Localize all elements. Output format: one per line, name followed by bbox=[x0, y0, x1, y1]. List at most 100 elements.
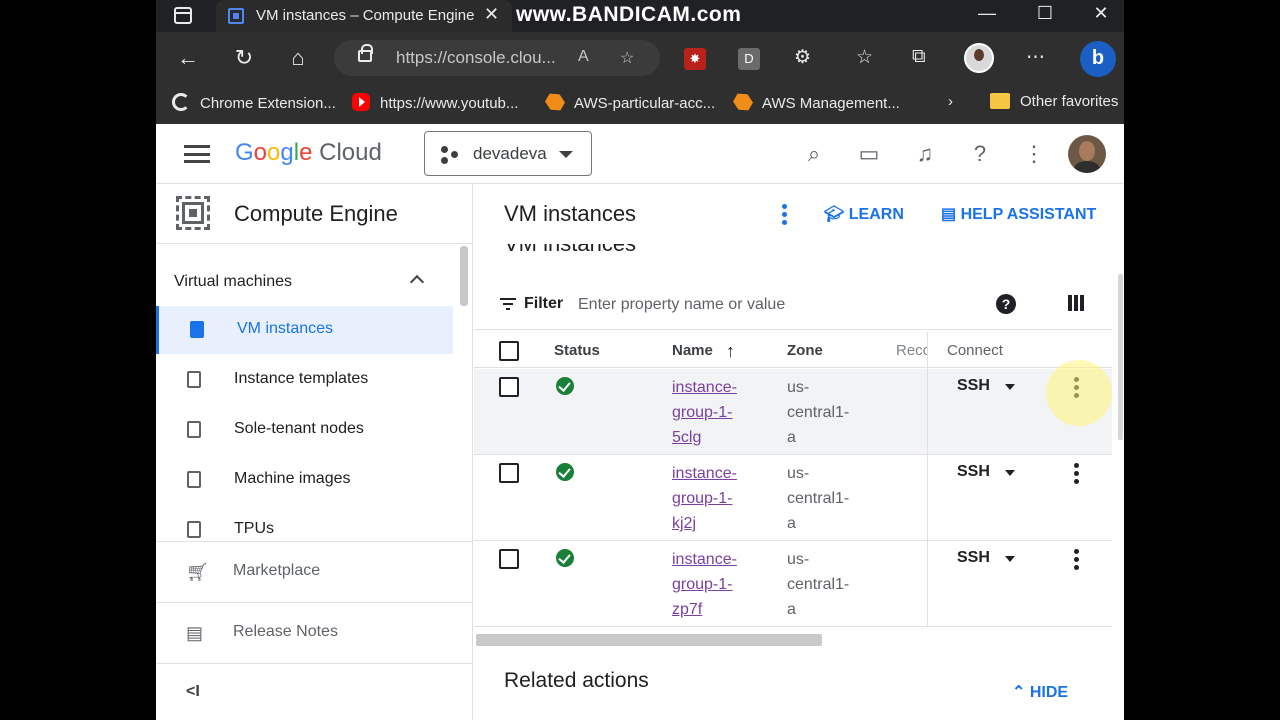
chevron-up-icon[interactable] bbox=[409, 274, 425, 290]
sidebar-item-label: VM instances bbox=[237, 320, 334, 337]
ssh-dropdown-icon[interactable] bbox=[1005, 384, 1015, 390]
section-virtual-machines[interactable]: Virtual machines bbox=[174, 273, 292, 291]
ssh-button[interactable]: SSH bbox=[957, 549, 990, 567]
table-row[interactable]: instance- group-1- kj2j us- central1- a … bbox=[474, 455, 1112, 541]
release-notes-link[interactable]: ▤ Release Notes bbox=[156, 604, 473, 660]
extensions-icon[interactable]: ⚙ bbox=[794, 46, 811, 69]
help-icon[interactable]: ? bbox=[966, 140, 994, 168]
collapse-sidebar-icon[interactable]: <I bbox=[186, 683, 200, 701]
profile-avatar[interactable] bbox=[964, 43, 994, 73]
table-row[interactable]: instance- group-1- 5clg us- central1- a … bbox=[474, 369, 1112, 455]
sidebar-item-machine-images[interactable]: Machine images bbox=[156, 456, 453, 504]
read-aloud-icon[interactable]: A bbox=[578, 48, 589, 66]
column-zone[interactable]: Zone bbox=[787, 342, 823, 359]
zone-cell: us- central1- a bbox=[787, 379, 850, 446]
help-assistant-button[interactable]: ▤ HELP ASSISTANT bbox=[941, 204, 1096, 224]
bookmark-item[interactable]: AWS-particular-acc... bbox=[546, 93, 715, 112]
help-icon[interactable]: ? bbox=[996, 294, 1016, 314]
ssh-button[interactable]: SSH bbox=[957, 377, 990, 395]
sidebar: Compute Engine Virtual machines VM insta… bbox=[156, 184, 473, 720]
google-cloud-logo[interactable]: Google Cloud bbox=[235, 139, 382, 167]
minimize-icon[interactable]: — bbox=[964, 0, 1010, 32]
bookmark-item[interactable]: https://www.youtub... bbox=[352, 93, 518, 112]
favorites-icon[interactable]: ☆ bbox=[856, 46, 873, 69]
google-icon bbox=[172, 93, 190, 111]
column-status[interactable]: Status bbox=[554, 342, 600, 359]
browser-window: VM instances – Compute Engine ✕ www.BAND… bbox=[156, 0, 1124, 720]
reload-icon[interactable]: ↻ bbox=[230, 44, 258, 72]
cart-icon: 🛒︎ bbox=[186, 562, 209, 582]
maximize-icon[interactable]: ☐ bbox=[1022, 0, 1068, 32]
bookmark-item[interactable]: Chrome Extension... bbox=[172, 93, 336, 112]
row-actions-icon[interactable] bbox=[1074, 549, 1080, 571]
search-icon[interactable]: ⌕ bbox=[800, 140, 828, 168]
sole-tenant-icon bbox=[187, 421, 201, 438]
column-name[interactable]: Name bbox=[672, 342, 713, 359]
extension-d-icon[interactable]: D bbox=[738, 48, 760, 70]
collections-icon[interactable]: ⧉ bbox=[912, 46, 926, 68]
sidebar-item-sole-tenant-nodes[interactable]: Sole-tenant nodes bbox=[156, 406, 453, 454]
marketplace-link[interactable]: 🛒︎ Marketplace bbox=[156, 543, 473, 599]
browser-tab[interactable]: VM instances – Compute Engine ✕ bbox=[216, 0, 512, 32]
instance-name-link[interactable]: instance- group-1- zp7f bbox=[672, 547, 762, 622]
column-display-icon[interactable] bbox=[1068, 295, 1084, 311]
column-divider bbox=[927, 332, 928, 626]
main-content: VM instances VM instances 🎓︎ LEARN ▤ HEL… bbox=[474, 184, 1124, 720]
row-checkbox[interactable] bbox=[499, 463, 519, 483]
cloud-shell-icon[interactable]: ▭ bbox=[855, 140, 883, 168]
table-row[interactable]: instance- group-1- zp7f us- central1- a … bbox=[474, 541, 1112, 627]
table-horizontal-scrollbar[interactable] bbox=[476, 634, 822, 646]
more-actions-icon[interactable] bbox=[782, 204, 788, 226]
learn-button[interactable]: 🎓︎ LEARN bbox=[824, 204, 904, 224]
filter-input[interactable] bbox=[578, 292, 938, 318]
ssh-dropdown-icon[interactable] bbox=[1005, 470, 1015, 476]
row-actions-icon[interactable] bbox=[1074, 463, 1080, 485]
ssh-button[interactable]: SSH bbox=[957, 463, 990, 481]
template-icon bbox=[187, 371, 201, 388]
menu-icon[interactable] bbox=[184, 145, 210, 163]
bookmark-item[interactable]: AWS Management... bbox=[734, 93, 900, 112]
back-icon[interactable]: ← bbox=[174, 44, 202, 72]
column-connect[interactable]: Connect bbox=[947, 342, 1003, 359]
recording-watermark: www.BANDICAM.com bbox=[516, 3, 742, 26]
bookmark-folder[interactable]: Other favorites bbox=[990, 93, 1118, 110]
hide-button[interactable]: ⌃ HIDE bbox=[1012, 682, 1068, 702]
filter-icon[interactable] bbox=[500, 298, 516, 312]
release-notes-icon: ▤ bbox=[186, 623, 204, 643]
sidebar-item-tpus[interactable]: TPUs bbox=[156, 506, 453, 540]
url-field[interactable]: https://console.clou... A ☆ bbox=[334, 40, 660, 76]
lock-icon[interactable] bbox=[358, 44, 373, 62]
machine-image-icon bbox=[187, 471, 201, 488]
close-window-icon[interactable]: ✕ bbox=[1078, 0, 1124, 32]
status-running-icon bbox=[556, 549, 574, 567]
sort-ascending-icon[interactable]: ↑ bbox=[726, 341, 735, 362]
row-checkbox[interactable] bbox=[499, 549, 519, 569]
select-all-checkbox[interactable] bbox=[499, 341, 519, 361]
tab-close-icon[interactable]: ✕ bbox=[484, 4, 499, 25]
notifications-icon[interactable]: ♫ bbox=[911, 140, 939, 168]
more-options-icon[interactable]: ⋮ bbox=[1020, 140, 1048, 168]
bing-icon[interactable]: b bbox=[1080, 41, 1116, 77]
column-recommendations[interactable]: Reco bbox=[896, 342, 928, 359]
instance-name-link[interactable]: instance- group-1- kj2j bbox=[672, 461, 762, 536]
home-icon[interactable]: ⌂ bbox=[284, 44, 312, 72]
sidebar-item-label: Machine images bbox=[234, 470, 351, 487]
settings-more-icon[interactable]: ⋯ bbox=[1026, 46, 1045, 69]
sidebar-scrollbar[interactable] bbox=[460, 246, 468, 306]
extension-icon[interactable]: ✸ bbox=[684, 48, 706, 70]
row-checkbox[interactable] bbox=[499, 377, 519, 397]
page-title: VM instances bbox=[504, 201, 637, 226]
sidebar-item-instance-templates[interactable]: Instance templates bbox=[156, 356, 453, 404]
instance-name-link[interactable]: instance- group-1- 5clg bbox=[672, 375, 762, 450]
bookmarks-overflow-icon[interactable]: › bbox=[948, 93, 953, 110]
tab-actions-icon[interactable] bbox=[174, 7, 192, 24]
ssh-dropdown-icon[interactable] bbox=[1005, 556, 1015, 562]
account-avatar[interactable] bbox=[1068, 135, 1106, 173]
sidebar-item-vm-instances[interactable]: VM instances bbox=[156, 306, 453, 354]
project-picker[interactable]: devadeva bbox=[424, 131, 592, 176]
content-scrollbar[interactable] bbox=[1118, 274, 1123, 440]
zone-cell: us- central1- a bbox=[787, 551, 850, 618]
product-title: Compute Engine bbox=[234, 201, 398, 226]
add-favorite-icon[interactable]: ☆ bbox=[620, 48, 634, 68]
compute-engine-favicon-icon bbox=[228, 8, 244, 24]
